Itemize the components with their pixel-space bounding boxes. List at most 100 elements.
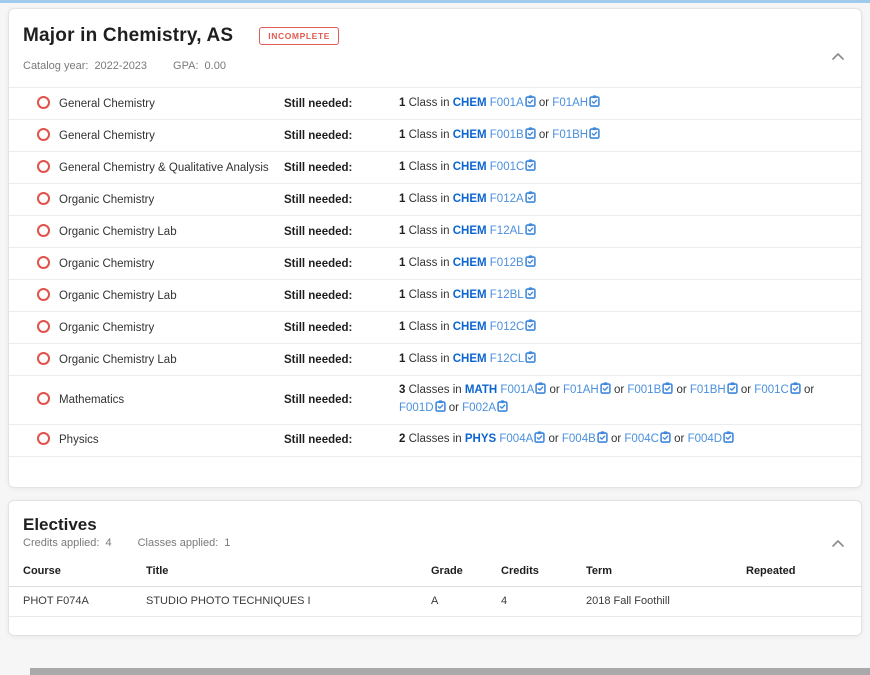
electives-table-body: PHOT F074ASTUDIO PHOTO TECHNIQUES IA4201… [9,587,861,617]
subject-link[interactable]: CHEM [453,353,487,365]
clipboard-check-icon[interactable] [597,431,608,443]
clipboard-check-icon[interactable] [600,382,611,394]
course-link-group[interactable]: F001B [627,384,673,396]
collapse-major-button[interactable] [829,49,847,63]
subject-link[interactable]: CHEM [453,129,487,141]
requirement-detail: 1 Class in CHEM F012A [399,191,839,209]
subject-link[interactable]: CHEM [453,225,487,237]
requirement-row: Organic Chemistry Still needed: 1 Class … [9,183,861,215]
course-link-group[interactable]: F001B [490,129,536,141]
subject-link[interactable]: CHEM [453,97,487,109]
course-link[interactable]: F004C [624,433,659,445]
clipboard-check-icon[interactable] [525,223,536,235]
course-link[interactable]: F001C [490,161,525,173]
subject-link[interactable]: CHEM [453,321,487,333]
clipboard-check-icon[interactable] [525,159,536,171]
course-link[interactable]: F001C [754,384,789,396]
course-link[interactable]: F01BH [552,129,588,141]
still-needed-label: Still needed: [284,434,399,446]
open-circle-icon [37,96,50,109]
course-link-group[interactable]: F001C [490,161,537,173]
course-link[interactable]: F004B [562,433,596,445]
course-link[interactable]: F012A [490,193,524,205]
clipboard-check-icon[interactable] [525,255,536,267]
electives-stats-line: Credits applied:4Classes applied:1 [9,535,861,549]
course-link[interactable]: F001A [490,97,524,109]
course-link-group[interactable]: F01BH [690,384,738,396]
major-title: Major in Chemistry, AS [23,25,233,47]
course-link-group[interactable]: F12BL [490,289,536,301]
course-link-group[interactable]: F012C [490,321,537,333]
course-link[interactable]: F001A [500,384,534,396]
course-link[interactable]: F12CL [490,353,525,365]
clipboard-check-icon[interactable] [534,431,545,443]
gpa-value: 0.00 [205,60,226,72]
course-link-group[interactable]: F001A [500,384,546,396]
clipboard-check-icon[interactable] [525,127,536,139]
clipboard-check-icon[interactable] [525,95,536,107]
open-circle-icon [37,160,50,173]
clipboard-check-icon[interactable] [435,400,446,412]
clipboard-check-icon[interactable] [525,351,536,363]
course-link[interactable]: F012B [490,257,524,269]
clipboard-check-icon[interactable] [525,287,536,299]
subject-link[interactable]: CHEM [453,161,487,173]
course-link-group[interactable]: F004C [624,433,671,445]
subject-link[interactable]: CHEM [453,289,487,301]
course-link-group[interactable]: F002A [462,402,508,414]
clipboard-check-icon[interactable] [525,191,536,203]
electives-table-header: CourseTitleGradeCreditsTermRepeated [9,559,861,587]
course-link[interactable]: F01AH [552,97,588,109]
course-link-group[interactable]: F001C [754,384,801,396]
elective-cell-title: STUDIO PHOTO TECHNIQUES I [146,595,431,607]
credits-applied-label: Credits applied: [23,537,99,549]
course-link[interactable]: F002A [462,402,496,414]
course-link[interactable]: F001B [490,129,524,141]
course-link-group[interactable]: F012B [490,257,536,269]
clipboard-check-icon[interactable] [589,127,600,139]
course-link[interactable]: F004D [688,433,723,445]
clipboard-check-icon[interactable] [660,431,671,443]
course-link-group[interactable]: F001D [399,402,446,414]
clipboard-check-icon[interactable] [662,382,673,394]
still-needed-label: Still needed: [284,290,399,302]
requirement-row: Organic Chemistry Still needed: 1 Class … [9,247,861,279]
course-link[interactable]: F001B [627,384,661,396]
still-needed-label: Still needed: [284,130,399,142]
course-link-group[interactable]: F004B [562,433,608,445]
column-header: Title [146,565,431,577]
course-link-group[interactable]: F01AH [563,384,611,396]
course-link-group[interactable]: F01AH [552,97,600,109]
course-link-group[interactable]: F12CL [490,353,537,365]
collapse-electives-button[interactable] [829,537,847,551]
subject-link[interactable]: PHYS [465,433,496,445]
requirement-detail: 1 Class in CHEM F12AL [399,223,839,241]
course-link-group[interactable]: F01BH [552,129,600,141]
class-count: 1 [399,257,405,269]
course-link[interactable]: F004A [499,433,533,445]
clipboard-check-icon[interactable] [790,382,801,394]
course-link-group[interactable]: F012A [490,193,536,205]
subject-link[interactable]: CHEM [453,257,487,269]
course-link-group[interactable]: F001A [490,97,536,109]
course-link-group[interactable]: F004A [499,433,545,445]
clipboard-check-icon[interactable] [723,431,734,443]
course-link[interactable]: F12BL [490,289,524,301]
course-link[interactable]: F012C [490,321,525,333]
course-link[interactable]: F001D [399,402,434,414]
course-link[interactable]: F01AH [563,384,599,396]
subject-link[interactable]: MATH [465,384,497,396]
course-link-group[interactable]: F004D [688,433,735,445]
clipboard-check-icon[interactable] [535,382,546,394]
clipboard-check-icon[interactable] [497,400,508,412]
clipboard-check-icon[interactable] [525,319,536,331]
classes-applied-value: 1 [224,537,230,549]
course-link[interactable]: F12AL [490,225,524,237]
clipboard-check-icon[interactable] [727,382,738,394]
class-count: 1 [399,289,405,301]
course-link-group[interactable]: F12AL [490,225,536,237]
clipboard-check-icon[interactable] [589,95,600,107]
subject-link[interactable]: CHEM [453,193,487,205]
course-link[interactable]: F01BH [690,384,726,396]
requirement-name: Physics [59,434,284,446]
